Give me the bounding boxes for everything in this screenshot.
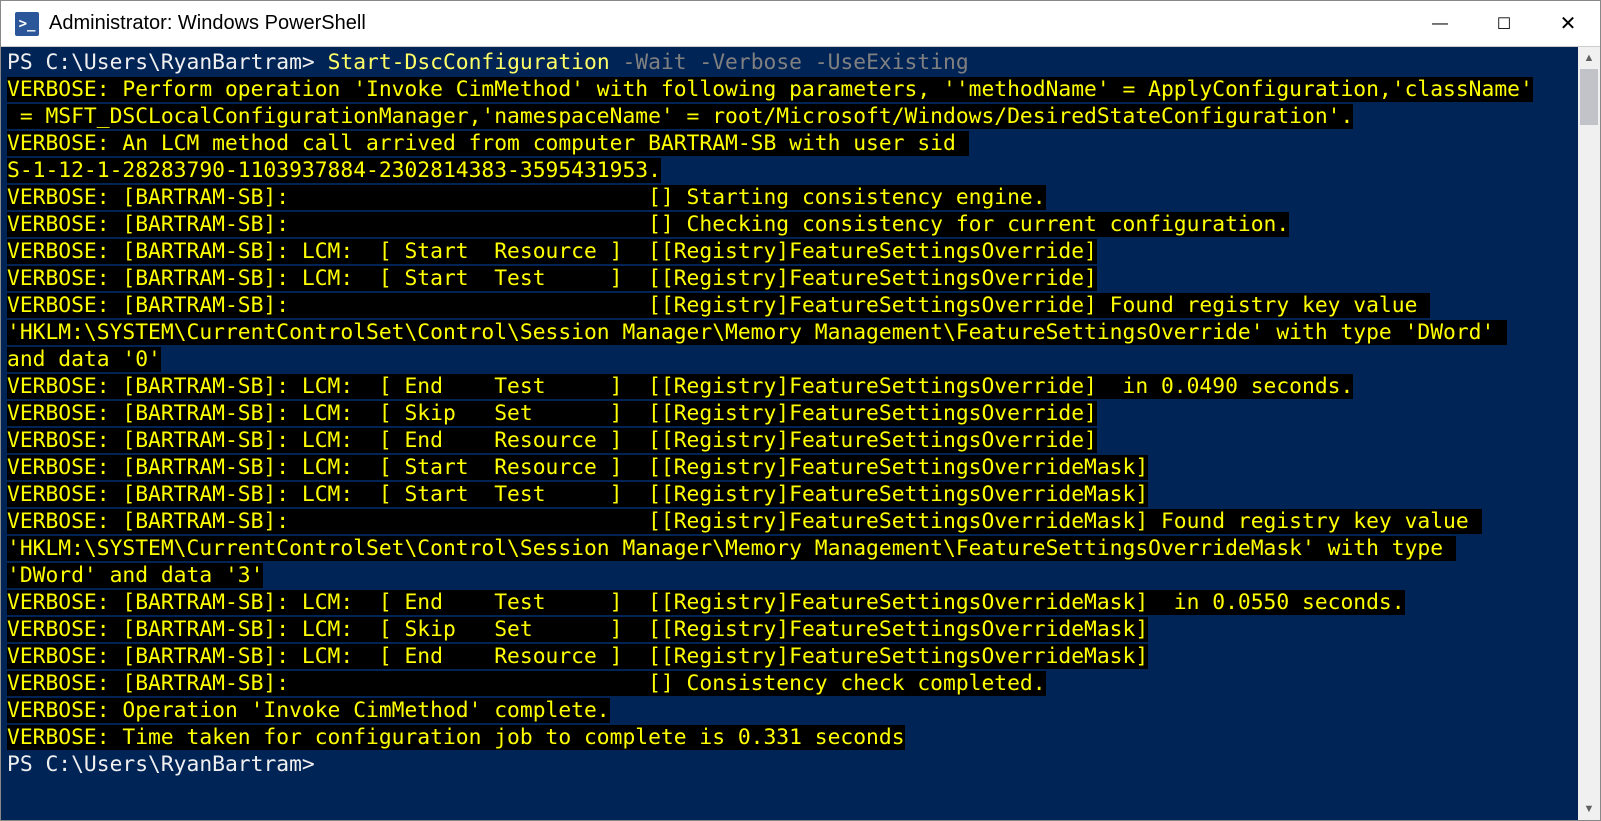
verbose-line: VERBOSE: [BARTRAM-SB]: [] Checking consi… [7, 212, 1289, 237]
verbose-line: 'DWord' and data '3' [7, 563, 263, 588]
verbose-line: VERBOSE: [BARTRAM-SB]: LCM: [ Start Reso… [7, 455, 1148, 480]
command-name: Start-DscConfiguration [328, 50, 610, 75]
powershell-window: >_ Administrator: Windows PowerShell — ☐… [0, 0, 1601, 821]
prompt-ps: PS [7, 752, 45, 777]
verbose-line: VERBOSE: [BARTRAM-SB]: [] Consistency ch… [7, 671, 1046, 696]
verbose-line: 'HKLM:\SYSTEM\CurrentControlSet\Control\… [7, 536, 1456, 561]
verbose-line: VERBOSE: [BARTRAM-SB]: LCM: [ End Resour… [7, 644, 1148, 669]
verbose-line: VERBOSE: An LCM method call arrived from… [7, 131, 969, 156]
console-output[interactable]: PS C:\Users\RyanBartram> Start-DscConfig… [1, 47, 1578, 820]
verbose-line: VERBOSE: [BARTRAM-SB]: LCM: [ Start Test… [7, 482, 1148, 507]
scroll-down-button[interactable]: ▼ [1578, 798, 1600, 820]
verbose-line: VERBOSE: [BARTRAM-SB]: [[Registry]Featur… [7, 509, 1482, 534]
prompt-path: C:\Users\RyanBartram [45, 752, 301, 777]
verbose-line: VERBOSE: Time taken for configuration jo… [7, 725, 905, 750]
vertical-scrollbar[interactable]: ▲ ▼ [1578, 47, 1600, 820]
command-args: -Wait -Verbose -UseExisting [610, 50, 969, 75]
prompt-gt: > [302, 50, 328, 75]
verbose-line: VERBOSE: [BARTRAM-SB]: LCM: [ Skip Set ]… [7, 401, 1097, 426]
verbose-line: = MSFT_DSCLocalConfigurationManager,'nam… [7, 104, 1353, 129]
verbose-line: VERBOSE: [BARTRAM-SB]: [] Starting consi… [7, 185, 1046, 210]
verbose-line: VERBOSE: [BARTRAM-SB]: LCM: [ End Test ]… [7, 374, 1353, 399]
window-controls: — ☐ ✕ [1408, 1, 1600, 46]
verbose-line: VERBOSE: [BARTRAM-SB]: LCM: [ Start Test… [7, 266, 1097, 291]
prompt-ps: PS [7, 50, 45, 75]
verbose-line: VERBOSE: [BARTRAM-SB]: [[Registry]Featur… [7, 293, 1430, 318]
maximize-button[interactable]: ☐ [1472, 1, 1536, 46]
scroll-up-button[interactable]: ▲ [1578, 47, 1600, 69]
prompt-path: C:\Users\RyanBartram [45, 50, 301, 75]
titlebar[interactable]: >_ Administrator: Windows PowerShell — ☐… [1, 1, 1600, 47]
verbose-line: VERBOSE: Operation 'Invoke CimMethod' co… [7, 698, 610, 723]
verbose-line: and data '0' [7, 347, 161, 372]
window-title: Administrator: Windows PowerShell [49, 12, 1408, 35]
verbose-line: VERBOSE: [BARTRAM-SB]: LCM: [ End Test ]… [7, 590, 1405, 615]
close-button[interactable]: ✕ [1536, 1, 1600, 46]
minimize-button[interactable]: — [1408, 1, 1472, 46]
verbose-line: 'HKLM:\SYSTEM\CurrentControlSet\Control\… [7, 320, 1507, 345]
verbose-line: S-1-12-1-28283790-1103937884-2302814383-… [7, 158, 661, 183]
verbose-line: VERBOSE: [BARTRAM-SB]: LCM: [ Start Reso… [7, 239, 1097, 264]
prompt-gt: > [302, 752, 328, 777]
client-area: PS C:\Users\RyanBartram> Start-DscConfig… [1, 47, 1600, 820]
scrollbar-thumb[interactable] [1580, 69, 1598, 125]
verbose-line: VERBOSE: [BARTRAM-SB]: LCM: [ End Resour… [7, 428, 1097, 453]
verbose-line: VERBOSE: [BARTRAM-SB]: LCM: [ Skip Set ]… [7, 617, 1148, 642]
powershell-icon: >_ [15, 12, 39, 36]
verbose-line: VERBOSE: Perform operation 'Invoke CimMe… [7, 77, 1533, 102]
